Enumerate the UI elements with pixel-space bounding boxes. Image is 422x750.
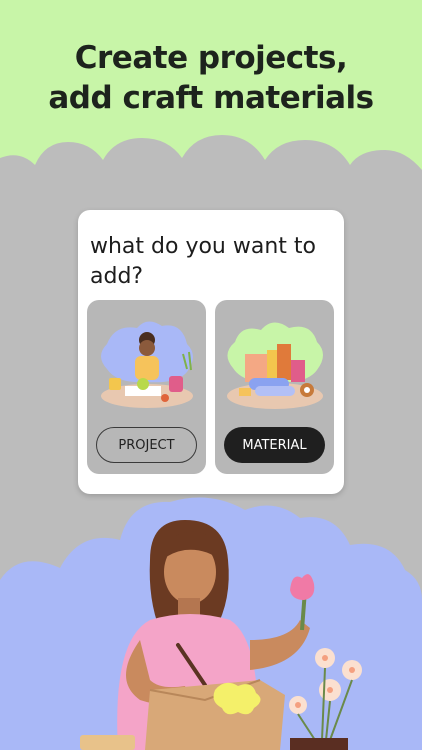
craft-supplies-illustration bbox=[227, 322, 323, 409]
add-item-dialog: what do you want to add? PROJECT MATERIA… bbox=[78, 210, 344, 494]
woman-crafting-illustration bbox=[101, 321, 193, 408]
dialog-question: what do you want to add? bbox=[90, 234, 316, 289]
material-button[interactable]: MATERIAL bbox=[224, 427, 325, 463]
project-option-card[interactable]: PROJECT bbox=[87, 300, 206, 474]
page-title: Create projects, add craft materials bbox=[0, 38, 422, 118]
project-button[interactable]: PROJECT bbox=[96, 427, 197, 463]
woman-with-box-and-flowers-illustration bbox=[0, 497, 422, 750]
material-option-card[interactable]: MATERIAL bbox=[215, 300, 334, 474]
header-banner: Create projects, add craft materials bbox=[0, 0, 422, 190]
page-title-line1: Create projects, bbox=[74, 40, 348, 76]
page-title-line2: add craft materials bbox=[48, 80, 374, 116]
